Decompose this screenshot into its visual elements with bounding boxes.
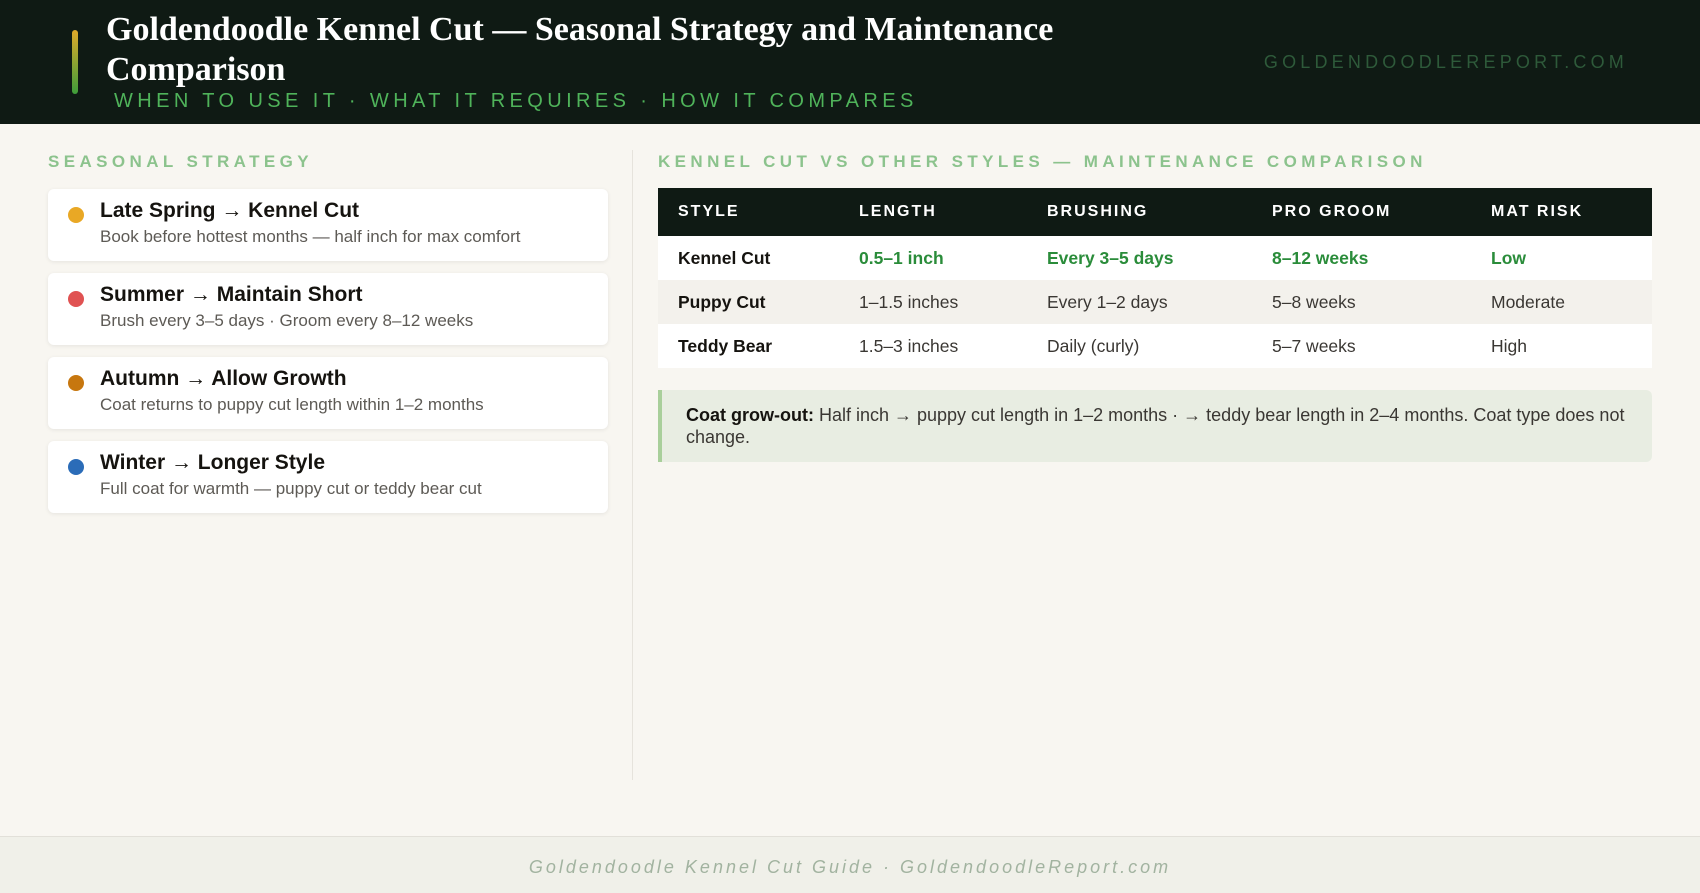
table-header-row: STYLE LENGTH BRUSHING PRO GROOM MAT RISK (658, 188, 1652, 236)
column-header: LENGTH (839, 188, 1027, 236)
season-dot-icon (68, 459, 84, 475)
table-cell: Low (1471, 236, 1652, 280)
season-card-description: Book before hottest months — half inch f… (100, 227, 521, 246)
table-cell: Daily (curly) (1027, 324, 1252, 368)
season-card-description: Brush every 3–5 days · Groom every 8–12 … (100, 311, 474, 330)
page-header: Goldendoodle Kennel Cut — Seasonal Strat… (0, 0, 1700, 124)
seasonal-heading: SEASONAL STRATEGY (48, 152, 313, 171)
grow-out-note: Coat grow-out: Half inch → puppy cut len… (658, 390, 1652, 462)
comparison-table-wrapper: STYLE LENGTH BRUSHING PRO GROOM MAT RISK… (658, 188, 1652, 368)
table-cell: High (1471, 324, 1652, 368)
page-title: Goldendoodle Kennel Cut — Seasonal Strat… (106, 11, 1054, 88)
table-row: Teddy Bear 1.5–3 inches Daily (curly) 5–… (658, 324, 1652, 368)
season-card-winter: Winter → Longer Style Full coat for warm… (48, 441, 608, 513)
page-subtitle: WHEN TO USE IT · WHAT IT REQUIRES · HOW … (114, 90, 918, 112)
site-name: GOLDENDOODLEREPORT.COM (1263, 52, 1628, 72)
season-card-title: Late Spring → Kennel Cut (100, 199, 360, 222)
season-dot-icon (68, 291, 84, 307)
column-header: STYLE (658, 188, 839, 236)
season-card-autumn: Autumn → Allow Growth Coat returns to pu… (48, 357, 608, 429)
season-card-title: Winter → Longer Style (100, 451, 326, 474)
note-text: Half inch → puppy cut length in 1–2 mont… (686, 405, 1625, 447)
table-cell: 0.5–1 inch (839, 236, 1027, 280)
table-cell: 1–1.5 inches (839, 280, 1027, 324)
column-header: MAT RISK (1471, 188, 1652, 236)
table-cell: Teddy Bear (658, 324, 839, 368)
comparison-heading: KENNEL CUT VS OTHER STYLES — MAINTENANCE… (658, 152, 1427, 171)
table-row: Kennel Cut 0.5–1 inch Every 3–5 days 8–1… (658, 236, 1652, 280)
footer-text: Goldendoodle Kennel Cut Guide · Goldendo… (528, 857, 1172, 877)
season-card-late-spring: Late Spring → Kennel Cut Book before hot… (48, 189, 608, 261)
column-header: PRO GROOM (1252, 188, 1471, 236)
column-divider (632, 150, 633, 780)
table-cell: 1.5–3 inches (839, 324, 1027, 368)
season-card-description: Coat returns to puppy cut length within … (100, 395, 484, 414)
season-card-title: Autumn → Allow Growth (100, 367, 347, 390)
season-dot-icon (68, 375, 84, 391)
page-footer: Goldendoodle Kennel Cut Guide · Goldendo… (0, 836, 1700, 893)
table-cell: 5–7 weeks (1252, 324, 1471, 368)
season-card-title: Summer → Maintain Short (100, 283, 363, 306)
table-cell: Kennel Cut (658, 236, 839, 280)
table-cell: Moderate (1471, 280, 1652, 324)
season-card-summer: Summer → Maintain Short Brush every 3–5 … (48, 273, 608, 345)
table-cell: 5–8 weeks (1252, 280, 1471, 324)
season-card-description: Full coat for warmth — puppy cut or tedd… (100, 479, 482, 498)
table-cell: Every 3–5 days (1027, 236, 1252, 280)
seasonal-list: Late Spring → Kennel Cut Book before hot… (48, 189, 608, 525)
table-cell: Every 1–2 days (1027, 280, 1252, 324)
note-label: Coat grow-out: (686, 405, 814, 425)
season-dot-icon (68, 207, 84, 223)
header-accent-bar (72, 30, 78, 94)
table-cell: Puppy Cut (658, 280, 839, 324)
table-cell: 8–12 weeks (1252, 236, 1471, 280)
column-header: BRUSHING (1027, 188, 1252, 236)
comparison-table: STYLE LENGTH BRUSHING PRO GROOM MAT RISK… (658, 188, 1652, 368)
table-row: Puppy Cut 1–1.5 inches Every 1–2 days 5–… (658, 280, 1652, 324)
